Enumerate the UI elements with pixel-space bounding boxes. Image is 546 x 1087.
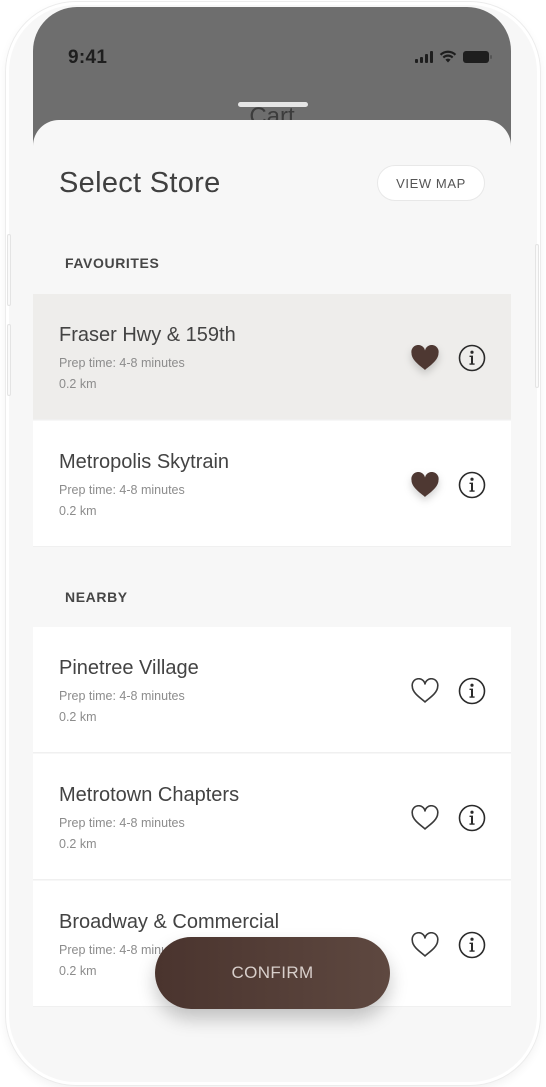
wifi-icon	[439, 50, 457, 63]
battery-icon	[463, 50, 492, 63]
screen: 9:41 Cart Select Store VIEW MAP FAVOURIT…	[33, 7, 511, 1007]
volume-down-button	[7, 324, 11, 396]
store-name: Broadway & Commercial	[59, 911, 280, 933]
store-distance: 0.2 km	[59, 837, 97, 851]
status-time: 9:41	[68, 47, 108, 68]
select-store-sheet: Select Store VIEW MAP FAVOURITES Fraser …	[33, 120, 511, 1007]
page-title: Select Store	[59, 167, 221, 199]
store-prep-time: Prep time: 4-8 minutes	[59, 689, 185, 703]
section-divider	[33, 548, 511, 628]
store-row-metropolis-skytrain[interactable]: Metropolis Skytrain Prep time: 4-8 minut…	[33, 421, 511, 547]
section-label-nearby: NEARBY	[65, 589, 128, 605]
sheet-grabber-handle[interactable]	[238, 102, 308, 107]
heart-outline-icon	[411, 932, 439, 957]
power-button	[535, 244, 539, 388]
store-info-button[interactable]	[457, 803, 487, 833]
heart-filled-icon	[411, 345, 439, 370]
favourite-toggle[interactable]	[409, 343, 441, 373]
favourite-toggle[interactable]	[409, 470, 441, 500]
cellular-signal-icon	[415, 50, 433, 63]
store-name: Fraser Hwy & 159th	[59, 324, 236, 346]
store-row-metrotown-chapters[interactable]: Metrotown Chapters Prep time: 4-8 minute…	[33, 754, 511, 880]
status-icons	[415, 50, 492, 63]
info-icon	[458, 804, 486, 832]
store-distance: 0.2 km	[59, 964, 97, 978]
favourite-toggle[interactable]	[409, 930, 441, 960]
heart-outline-icon	[411, 805, 439, 830]
store-name: Metrotown Chapters	[59, 784, 240, 806]
info-icon	[458, 344, 486, 372]
info-icon	[458, 677, 486, 705]
favourite-toggle[interactable]	[409, 676, 441, 706]
section-label-favourites: FAVOURITES	[65, 255, 160, 271]
store-info-button[interactable]	[457, 470, 487, 500]
store-distance: 0.2 km	[59, 710, 97, 724]
store-name: Metropolis Skytrain	[59, 451, 230, 473]
store-distance: 0.2 km	[59, 377, 97, 391]
info-icon	[458, 931, 486, 959]
info-icon	[458, 471, 486, 499]
store-prep-time: Prep time: 4-8 minutes	[59, 483, 185, 497]
heart-filled-icon	[411, 472, 439, 497]
store-name: Pinetree Village	[59, 657, 199, 679]
store-distance: 0.2 km	[59, 504, 97, 518]
store-info-button[interactable]	[457, 930, 487, 960]
favourite-toggle[interactable]	[409, 803, 441, 833]
store-info-button[interactable]	[457, 343, 487, 373]
store-prep-time: Prep time: 4-8 minutes	[59, 356, 185, 370]
store-row-fraser-hwy[interactable]: Fraser Hwy & 159th Prep time: 4-8 minute…	[33, 294, 511, 420]
store-row-pinetree-village[interactable]: Pinetree Village Prep time: 4-8 minutes …	[33, 627, 511, 753]
confirm-button[interactable]: CONFIRM	[155, 937, 390, 1009]
view-map-button[interactable]: VIEW MAP	[377, 165, 485, 201]
heart-outline-icon	[411, 678, 439, 703]
store-prep-time: Prep time: 4-8 minutes	[59, 816, 185, 830]
store-info-button[interactable]	[457, 676, 487, 706]
volume-up-button	[7, 234, 11, 306]
